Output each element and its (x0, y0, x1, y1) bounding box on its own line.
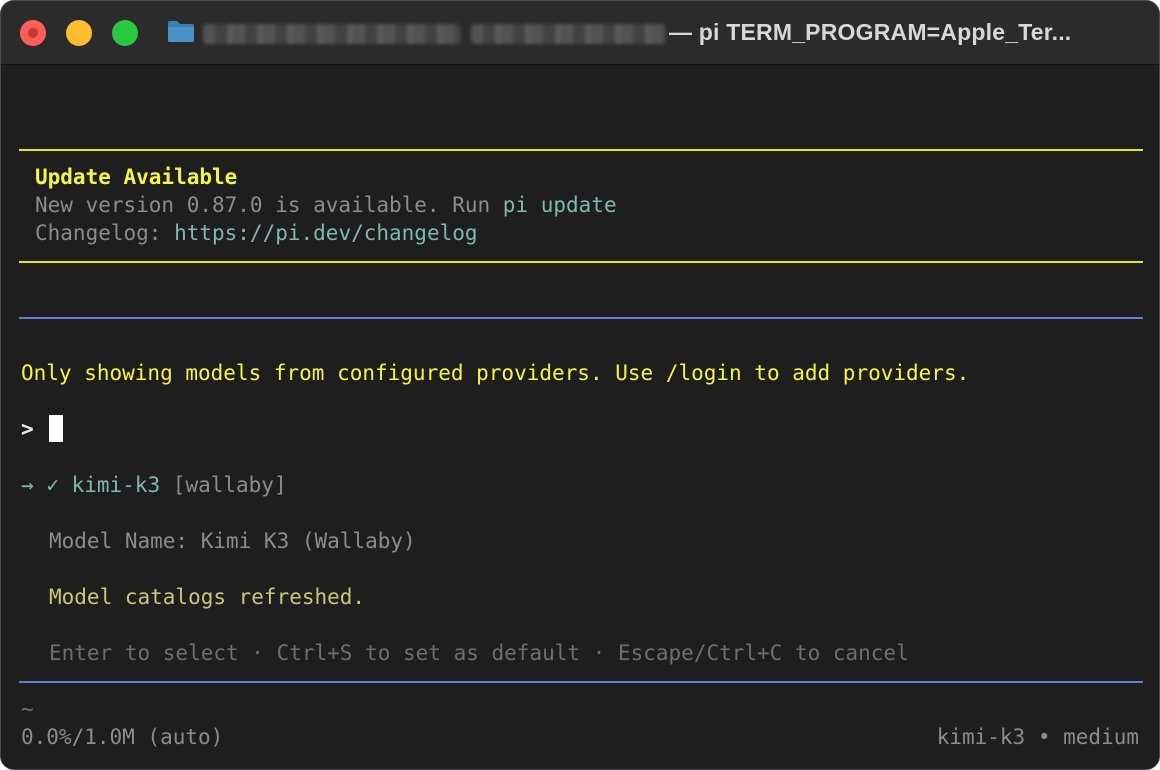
selector-bottom-border (19, 681, 1143, 683)
close-window-button[interactable] (20, 20, 46, 46)
changelog-line: Changelog: https://pi.dev/changelog (35, 221, 478, 245)
update-heading: Update Available (35, 165, 238, 189)
provider-notice: Only showing models from configured prov… (21, 361, 970, 385)
update-box-bottom-border (19, 261, 1143, 263)
folder-icon (168, 21, 194, 42)
selector-top-border (19, 317, 1143, 319)
minimize-window-button[interactable] (66, 20, 92, 46)
cwd-tilde: ~ (21, 697, 34, 721)
prompt-symbol: > (21, 417, 34, 441)
terminal-window: — pi TERM_PROGRAM=Apple_Ter... Update Av… (0, 0, 1160, 770)
redacted-path (203, 24, 461, 44)
update-box-top-border (19, 149, 1143, 151)
terminal-content[interactable]: Update Available New version 0.87.0 is a… (1, 65, 1159, 769)
model-list-item-selected[interactable]: → ✓ kimi-k3 [wallaby] (21, 471, 287, 499)
text-cursor[interactable] (49, 415, 63, 442)
window-title: — pi TERM_PROGRAM=Apple_Ter... (669, 19, 1072, 45)
model-name-detail: Model Name: Kimi K3 (Wallaby) (49, 529, 416, 553)
update-version-line: New version 0.87.0 is available. Run pi … (35, 193, 617, 217)
refresh-message: Model catalogs refreshed. (49, 585, 366, 609)
update-command: pi update (502, 193, 617, 217)
check-icon: ✓ (46, 473, 59, 497)
context-usage: 0.0%/1.0M (auto) (21, 725, 224, 749)
selection-arrow-icon: → (21, 473, 34, 497)
redacted-path (471, 24, 666, 44)
model-id: kimi-k3 (71, 473, 161, 497)
model-provider: [wallaby] (172, 473, 287, 497)
maximize-window-button[interactable] (112, 20, 138, 46)
model-status: kimi-k3 • medium (936, 725, 1139, 749)
title-bar[interactable]: — pi TERM_PROGRAM=Apple_Ter... (1, 1, 1159, 65)
keyboard-hint: Enter to select · Ctrl+S to set as defau… (49, 641, 909, 665)
changelog-link[interactable]: https://pi.dev/changelog (174, 221, 477, 245)
